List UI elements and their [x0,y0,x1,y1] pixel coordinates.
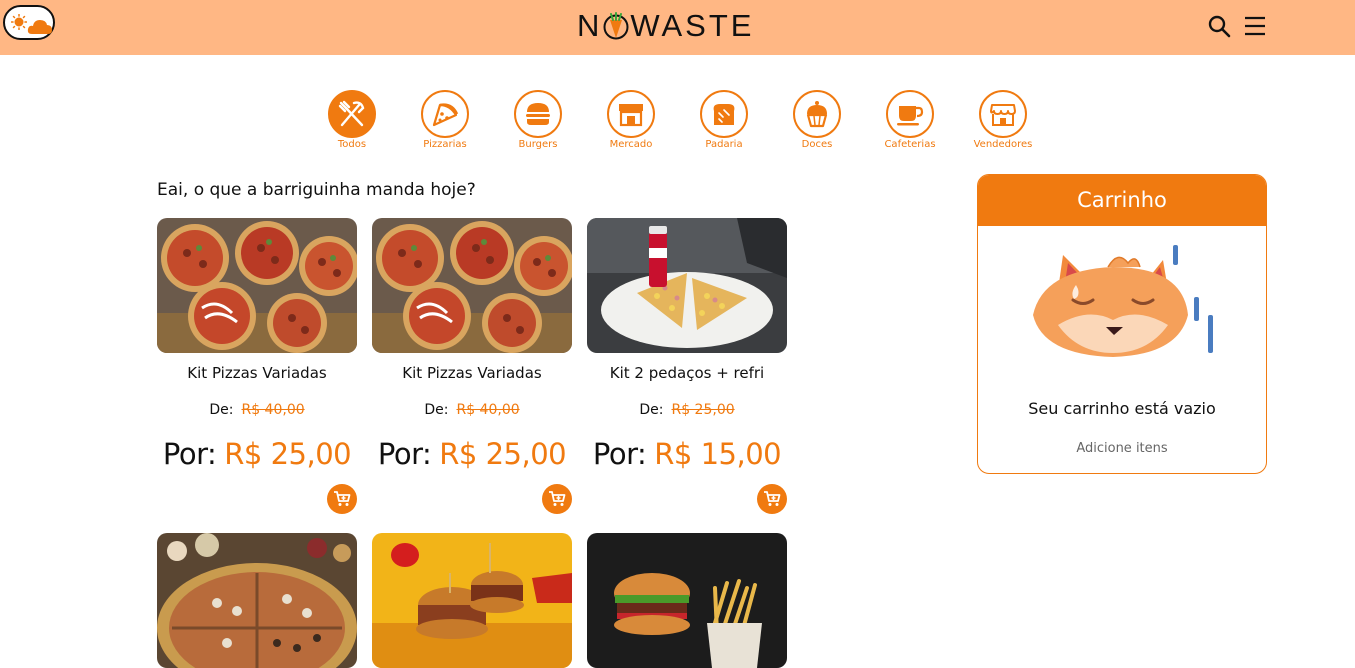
category-todos[interactable]: Todos [317,90,387,150]
product-image[interactable] [372,218,572,353]
product-card[interactable]: Kit Pizzas Variadas De: R$ 40,00 Por: R$ 2… [157,218,357,514]
shop-icon [990,104,1016,126]
product-card[interactable]: Kit 2 pedaços + refri De: R$ 25,00 Por: R$… [587,218,787,514]
cutlery-icon [338,100,365,127]
cart-plus-icon [334,491,351,506]
product-image[interactable] [157,533,357,668]
cart-empty-message: Seu carrinho está vazio [1028,399,1216,418]
burgers-photo [372,533,572,668]
add-to-cart-button[interactable] [757,484,787,514]
price-line: Por: R$ 25,00 [372,437,572,471]
product-image[interactable] [157,218,357,353]
cart-plus-icon [549,491,566,506]
cart-panel: Carrinho Seu carrinho está vazio Adicion… [977,174,1267,474]
category-vendedores[interactable]: Vendedores [968,90,1038,150]
product-image[interactable] [587,218,787,353]
logo-text-prefix: N [577,8,603,43]
category-label: Vendedores [973,139,1033,150]
category-label: Todos [337,139,367,150]
cart-plus-icon [764,491,781,506]
category-label: Doces [801,139,833,150]
por-label: Por: [162,437,217,471]
de-label: De: [209,402,234,418]
old-price-line: De: R$ 40,00 [372,402,572,418]
category-label: Pizzarias [423,139,467,150]
category-mercado[interactable]: Mercado [596,90,666,150]
add-to-cart-button[interactable] [327,484,357,514]
category-label: Burgers [518,139,558,150]
product-name: Kit 2 pedaços + refri [609,364,765,382]
top-bar: N WASTE [0,0,1355,55]
large-pizza-photo [157,533,357,668]
bread-icon [713,104,735,125]
logo[interactable]: N WASTE [577,8,777,46]
pizzas-photo [157,218,357,353]
product-card[interactable]: Kit Pizzas Variadas De: R$ 40,00 Por: R$ 2… [372,218,572,514]
current-price: R$ 15,00 [654,437,782,471]
current-price: R$ 25,00 [224,437,352,471]
category-pizzarias[interactable]: Pizzarias [410,90,480,150]
category-padaria[interactable]: Padaria [689,90,759,150]
current-price: R$ 25,00 [439,437,567,471]
cart-title: Carrinho [978,175,1266,226]
product-image[interactable] [587,533,787,668]
hamburger-menu-icon[interactable] [1242,14,1268,38]
cart-hint: Adicione itens [1076,441,1168,456]
product-card[interactable] [587,533,787,668]
old-price-line: De: R$ 25,00 [587,402,787,418]
category-cafeterias[interactable]: Cafeterias [875,90,945,150]
de-label: De: [639,402,664,418]
product-name: Kit Pizzas Variadas [187,364,327,382]
por-label: Por: [377,437,432,471]
de-label: De: [424,402,449,418]
theme-toggle[interactable] [3,5,55,40]
category-burgers[interactable]: Burgers [503,90,573,150]
carrot-logo-icon [603,12,629,40]
cupcake-icon [806,101,828,128]
product-card[interactable] [372,533,572,668]
product-card[interactable] [157,533,357,668]
search-icon[interactable] [1207,14,1231,38]
sun-icon [11,14,27,30]
price-line: Por: R$ 25,00 [157,437,357,471]
pizza-icon [432,103,459,127]
old-price-line: De: R$ 40,00 [157,402,357,418]
burger-icon [526,103,550,125]
logo-text-suffix: WASTE [630,8,755,43]
category-label: Mercado [609,139,653,150]
pizzas-photo [372,218,572,353]
old-price: R$ 25,00 [671,402,735,418]
add-to-cart-button[interactable] [542,484,572,514]
greeting-heading: Eai, o que a barriguinha manda hoje? [157,180,476,200]
por-label: Por: [592,437,647,471]
pizza-slices-soda-photo [587,218,787,353]
price-line: Por: R$ 15,00 [587,437,787,471]
coffee-icon [897,106,924,126]
category-label: Padaria [705,139,743,150]
burger-fries-photo [587,533,787,668]
category-doces[interactable]: Doces [782,90,852,150]
cloud-icon [27,20,52,34]
old-price: R$ 40,00 [456,402,520,418]
category-label: Cafeterias [884,139,936,150]
product-image[interactable] [372,533,572,668]
product-name: Kit Pizzas Variadas [402,364,542,382]
old-price: R$ 40,00 [241,402,305,418]
sad-fox-mascot-icon [1033,245,1213,357]
store-icon [619,104,643,127]
